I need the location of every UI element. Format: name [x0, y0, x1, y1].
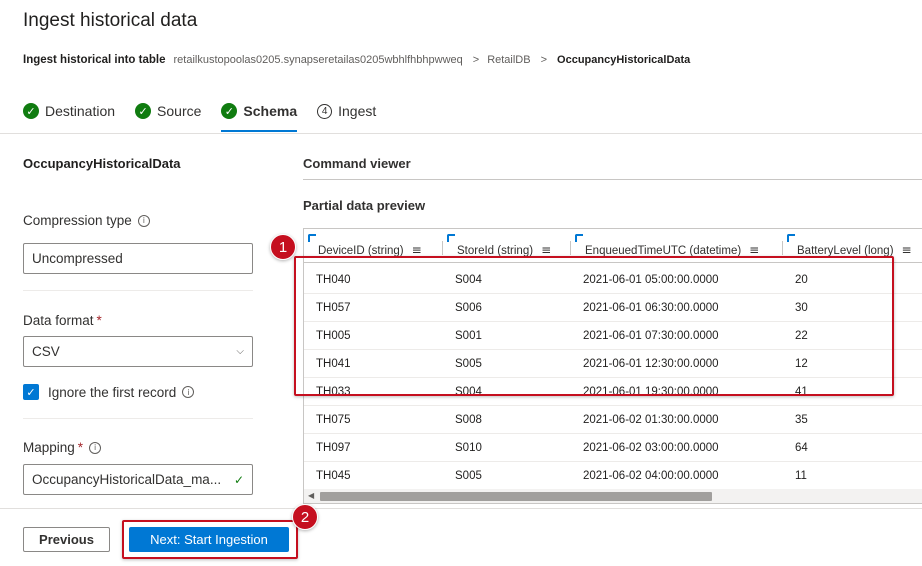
cell-deviceid: TH075 [316, 413, 351, 426]
check-circle-icon: ✓ [221, 103, 238, 119]
loading-spinner-icon [447, 234, 455, 242]
compression-type-field[interactable]: Uncompressed [23, 243, 253, 274]
partial-data-preview-heading: Partial data preview [303, 198, 426, 213]
cell-storeid: S008 [455, 413, 482, 426]
callout-badge-1: 1 [270, 234, 296, 260]
cell-enqueuedtime: 2021-06-02 04:00:00.0000 [583, 469, 719, 482]
info-icon[interactable]: i [182, 386, 195, 398]
scrollbar-thumb[interactable] [320, 492, 712, 501]
check-circle-icon: ✓ [23, 103, 39, 119]
compression-type-label-text: Compression type [23, 213, 132, 228]
command-viewer-divider [303, 179, 922, 180]
table-row: TH075 S008 2021-06-02 01:30:00.0000 35 [304, 406, 922, 434]
tab-divider [0, 133, 922, 134]
step-label: Schema [243, 103, 298, 119]
column-menu-icon[interactable]: ≡ [749, 243, 759, 257]
ignore-first-record-checkbox[interactable]: ✓ [23, 384, 39, 400]
breadcrumb-lead: Ingest historical into table [23, 54, 166, 66]
cell-batterylevel: 64 [795, 441, 808, 454]
required-marker: * [77, 440, 84, 455]
step-label: Destination [45, 103, 116, 119]
cell-storeid: S005 [455, 469, 482, 482]
table-row: TH045 S005 2021-06-02 04:00:00.0000 11 [304, 462, 922, 490]
callout-highlight-2 [122, 520, 298, 559]
step-number-icon: 4 [317, 103, 333, 119]
breadcrumb-table: OccupancyHistoricalData [557, 54, 691, 66]
mapping-label-text: Mapping [23, 440, 75, 455]
check-circle-icon: ✓ [135, 103, 152, 119]
required-marker: * [96, 313, 102, 328]
info-icon[interactable]: i [89, 441, 102, 454]
breadcrumb-separator-icon: > [540, 54, 548, 66]
ignore-first-record-label: Ignore the first record [48, 384, 177, 400]
callout-highlight-1 [294, 256, 894, 396]
mapping-label: Mapping * i [23, 440, 102, 455]
callout-badge-2: 2 [292, 504, 318, 530]
data-format-label: Data format * [23, 313, 102, 328]
loading-spinner-icon [308, 234, 316, 242]
cell-deviceid: TH097 [316, 441, 351, 454]
table-row: TH097 S010 2021-06-02 03:00:00.0000 64 [304, 434, 922, 462]
ignore-first-record-row[interactable]: ✓ Ignore the first record i [23, 384, 195, 400]
section-divider [23, 418, 253, 419]
mapping-value: OccupancyHistoricalData_ma... [32, 472, 222, 487]
chevron-down-icon: ⌵ [236, 346, 244, 357]
footer-divider [0, 508, 922, 509]
info-icon[interactable]: i [137, 214, 150, 227]
column-menu-icon[interactable]: ≡ [902, 243, 912, 257]
column-menu-icon[interactable]: ≡ [412, 243, 422, 257]
tab-destination[interactable]: ✓ Destination [23, 100, 115, 122]
checkmark-icon: ✓ [233, 472, 244, 487]
loading-spinner-icon [787, 234, 795, 242]
breadcrumb-database[interactable]: RetailDB [487, 54, 530, 66]
breadcrumb-separator-icon: > [472, 54, 480, 66]
cell-deviceid: TH045 [316, 469, 351, 482]
mapping-field[interactable]: OccupancyHistoricalData_ma... ✓ [23, 464, 253, 495]
tab-source[interactable]: ✓ Source [135, 100, 201, 122]
data-format-value: CSV [32, 344, 60, 359]
cell-batterylevel: 11 [795, 469, 807, 482]
data-format-dropdown[interactable]: CSV ⌵ [23, 336, 253, 367]
horizontal-scrollbar[interactable]: ◀ [304, 489, 922, 503]
page-title: Ingest historical data [23, 10, 198, 31]
breadcrumb-cluster[interactable]: retailkustopoolas0205.synapseretailas020… [174, 54, 463, 66]
cell-storeid: S010 [455, 441, 482, 454]
column-menu-icon[interactable]: ≡ [541, 243, 551, 257]
compression-type-label: Compression type i [23, 213, 150, 228]
cell-enqueuedtime: 2021-06-02 01:30:00.0000 [583, 413, 719, 426]
step-label: Ingest [338, 103, 377, 119]
command-viewer-heading[interactable]: Command viewer [303, 156, 411, 171]
tab-schema[interactable]: ✓ Schema [221, 100, 298, 132]
cell-batterylevel: 35 [795, 413, 808, 426]
data-format-label-text: Data format [23, 313, 94, 328]
tab-ingest[interactable]: 4 Ingest [317, 100, 376, 122]
breadcrumb: Ingest historical into table retailkusto… [23, 54, 690, 66]
step-label: Source [157, 103, 202, 119]
compression-type-value: Uncompressed [32, 251, 123, 266]
cell-enqueuedtime: 2021-06-02 03:00:00.0000 [583, 441, 719, 454]
loading-spinner-icon [575, 234, 583, 242]
scroll-left-icon[interactable]: ◀ [308, 491, 314, 500]
section-divider [23, 290, 253, 291]
previous-button[interactable]: Previous [23, 527, 110, 552]
wizard-steps: ✓ Destination ✓ Source ✓ Schema 4 Ingest [23, 100, 396, 134]
table-name-heading: OccupancyHistoricalData [23, 156, 181, 171]
